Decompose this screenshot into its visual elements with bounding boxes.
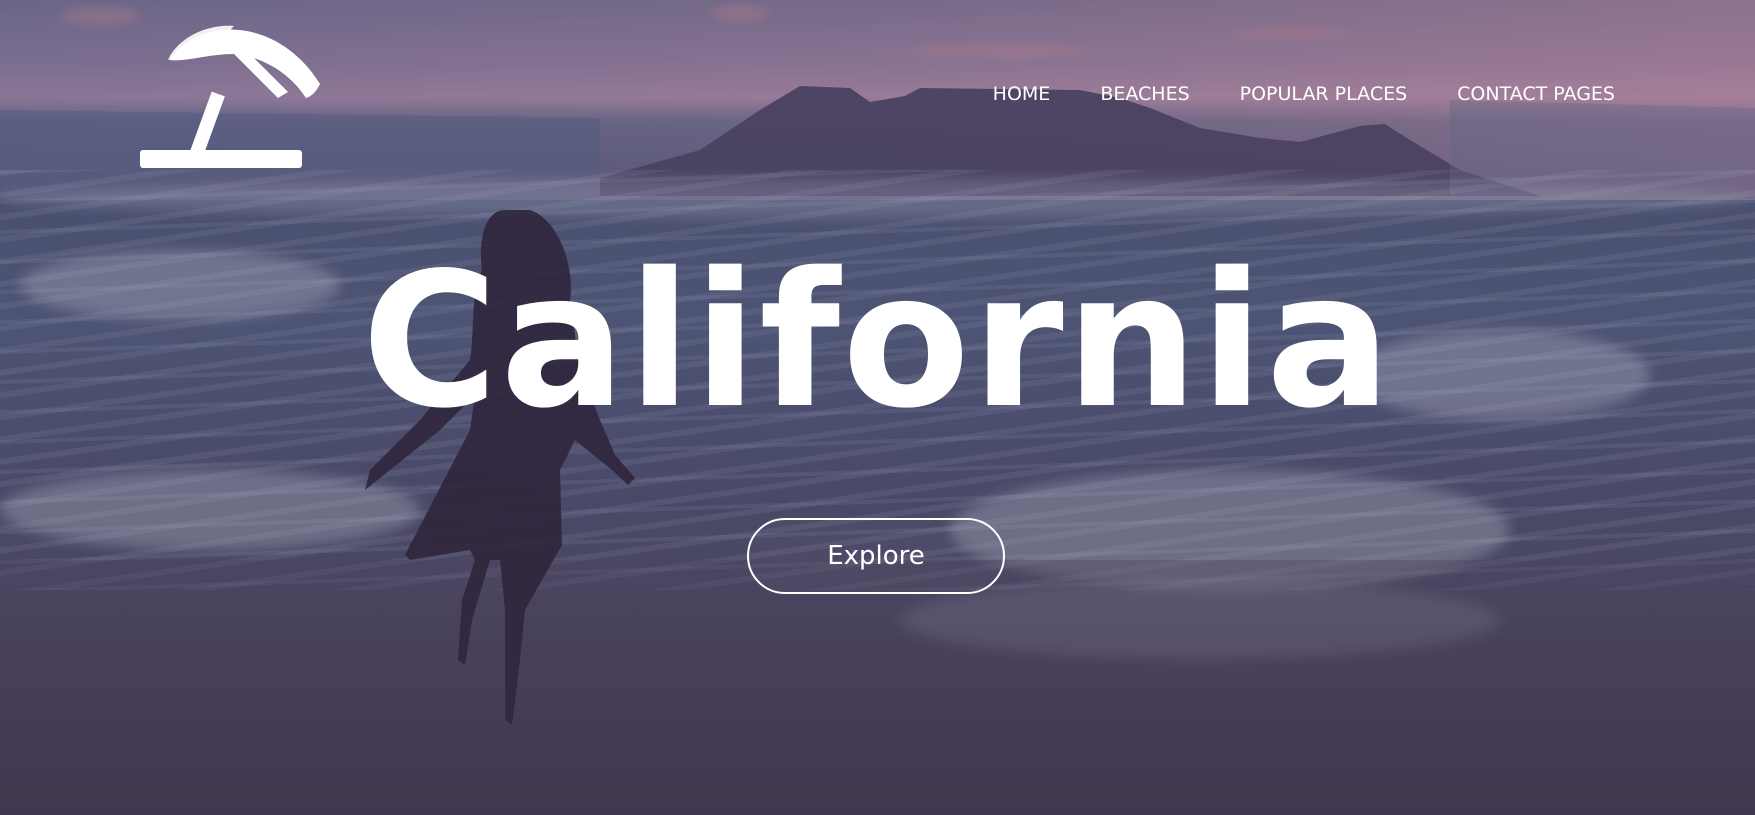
nav-item-beaches[interactable]: BEACHES (1100, 83, 1189, 105)
explore-button[interactable]: Explore (747, 518, 1005, 594)
hero-title: California (361, 232, 1394, 449)
beach-umbrella-icon[interactable] (138, 22, 324, 170)
nav-item-contact-pages[interactable]: CONTACT PAGES (1457, 83, 1615, 105)
hero-section: HOME BEACHES POPULAR PLACES CONTACT PAGE… (0, 0, 1755, 815)
nav-item-home[interactable]: HOME (993, 83, 1051, 105)
main-navigation: HOME BEACHES POPULAR PLACES CONTACT PAGE… (993, 83, 1615, 105)
nav-item-popular-places[interactable]: POPULAR PLACES (1240, 83, 1408, 105)
